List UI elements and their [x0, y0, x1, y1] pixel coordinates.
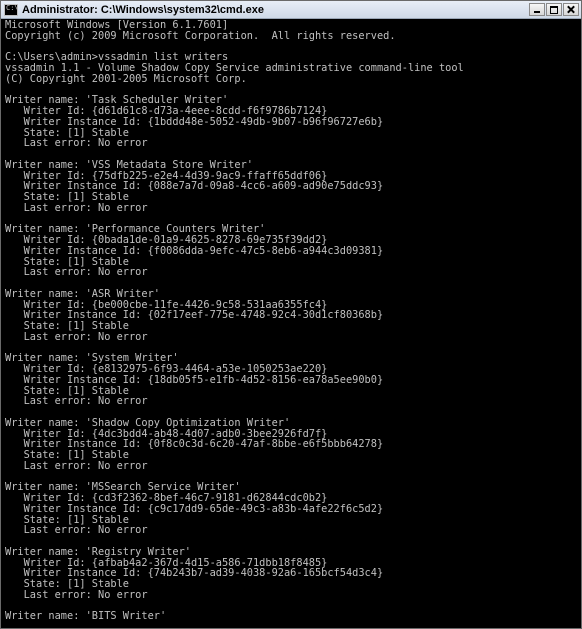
console-line: Last error: No error [5, 266, 148, 279]
console-output[interactable]: Microsoft Windows [Version 6.1.7601] Copy… [5, 20, 579, 628]
maximize-icon[interactable] [546, 3, 562, 16]
console-line: Last error: No error [5, 588, 148, 601]
console-line: Last error: No error [5, 524, 148, 537]
console-line: Writer Instance Id: {18db05f5-e1fb-4d52-… [5, 373, 384, 386]
console-line: Last error: No error [5, 395, 148, 408]
console-line: Writer name: 'ASR Writer' [5, 287, 160, 300]
console-line: Writer name: 'Shadow Copy Optimization W… [5, 416, 291, 429]
console-line: Writer name: 'BITS Writer' [5, 610, 167, 623]
minimize-icon[interactable] [529, 3, 545, 16]
window-controls [528, 3, 579, 16]
cmd-window: Administrator: C:\Windows\system32\cmd.e… [0, 0, 582, 629]
console-line: Last error: No error [5, 330, 148, 343]
console-line: Writer Instance Id: {c9c17dd9-65de-49c3-… [5, 502, 384, 515]
close-icon[interactable] [563, 3, 579, 16]
console-line: Writer Instance Id: {1bddd48e-5052-49db-… [5, 115, 384, 128]
console-line: Writer name: 'VSS Metadata Store Writer' [5, 158, 253, 171]
console-line: Writer Instance Id: {f0086dda-9efc-47c5-… [5, 244, 384, 257]
window-title: Administrator: C:\Windows\system32\cmd.e… [22, 3, 264, 16]
console-line: Writer name: 'Registry Writer' [5, 545, 191, 558]
console-line: Last error: No error [5, 137, 148, 150]
cmd-console-icon[interactable] [4, 3, 19, 16]
console-line: Copyright (c) 2009 Microsoft Corporation… [5, 29, 396, 42]
console-line: Last error: No error [5, 459, 148, 472]
console-line: Last error: No error [5, 201, 148, 214]
title-bar[interactable]: Administrator: C:\Windows\system32\cmd.e… [1, 1, 581, 19]
console-line: (C) Copyright 2001-2005 Microsoft Corp. [5, 72, 247, 85]
